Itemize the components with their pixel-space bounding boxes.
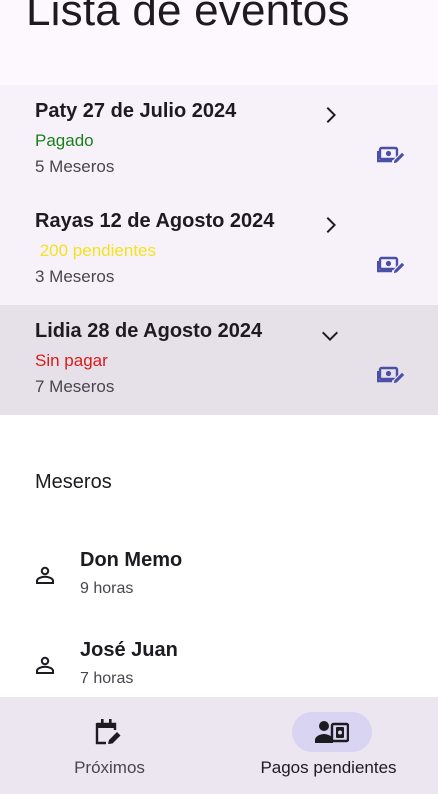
- event-card[interactable]: Paty 27 de Julio 2024 Pagado 5 Meseros: [0, 85, 438, 195]
- event-title: Paty 27 de Julio 2024: [35, 100, 237, 122]
- waiter-name: José Juan: [80, 639, 178, 661]
- chevron-right-icon[interactable]: [318, 103, 342, 127]
- waiter-name: Don Memo: [80, 549, 183, 571]
- nav-label: Pagos pendientes: [260, 758, 397, 777]
- event-status: Sin pagar: [35, 351, 108, 370]
- bottom-navigation-bar: Próximos Pagos pendientes: [0, 697, 438, 794]
- chevron-down-icon[interactable]: [318, 323, 342, 347]
- page-title: Lista de eventos: [26, 0, 350, 35]
- event-title: Rayas 12 de Agosto 2024: [35, 210, 275, 232]
- nav-item-proximos[interactable]: Próximos: [0, 697, 219, 794]
- payment-edit-icon[interactable]: [377, 253, 405, 277]
- nav-label: Próximos: [74, 758, 145, 777]
- waiters-panel: Meseros Don Memo 9 horas José Juan 7 hor…: [0, 415, 438, 697]
- nav-item-pagos-pendientes[interactable]: Pagos pendientes: [219, 697, 438, 794]
- payment-account-icon: [315, 721, 349, 743]
- waiter-hours: 9 horas: [80, 580, 134, 597]
- person-icon: [36, 566, 54, 584]
- person-icon: [36, 656, 54, 674]
- event-card[interactable]: Rayas 12 de Agosto 2024 200 pendientes 3…: [0, 195, 438, 305]
- event-waiter-count: 7 Meseros: [35, 377, 115, 396]
- waiter-list-item[interactable]: Don Memo 9 horas: [0, 541, 438, 631]
- app-screen: Lista de eventos Paty 27 de Julio 2024 P…: [0, 0, 438, 794]
- event-status: Pagado: [35, 131, 94, 150]
- payment-edit-icon[interactable]: [377, 363, 405, 387]
- event-status: 200 pendientes: [35, 241, 156, 260]
- event-waiter-count: 5 Meseros: [35, 157, 115, 176]
- waiter-hours: 7 horas: [80, 670, 134, 687]
- calendar-edit-icon: [95, 719, 121, 745]
- event-title: Lidia 28 de Agosto 2024: [35, 320, 263, 342]
- event-waiter-count: 3 Meseros: [35, 267, 115, 286]
- payment-edit-icon[interactable]: [377, 143, 405, 167]
- event-card-expanded[interactable]: Lidia 28 de Agosto 2024 Sin pagar 7 Mese…: [0, 305, 438, 415]
- waiters-header: Meseros: [35, 471, 112, 493]
- chevron-right-icon[interactable]: [318, 213, 342, 237]
